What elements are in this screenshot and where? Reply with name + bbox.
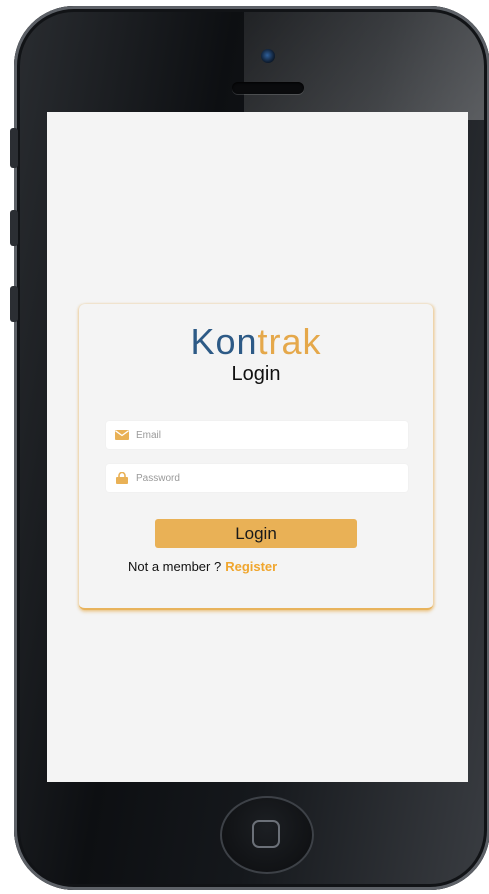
front-camera [261, 49, 275, 63]
home-square-icon [252, 820, 280, 848]
lock-icon [116, 472, 128, 484]
login-title: Login [231, 363, 281, 385]
envelope-icon [115, 430, 129, 440]
password-field[interactable] [106, 464, 408, 492]
register-link[interactable]: Register [225, 559, 277, 574]
mute-switch [10, 128, 18, 168]
password-input[interactable] [136, 464, 396, 492]
home-button[interactable] [220, 796, 314, 874]
not-member-text: Not a member ? [128, 559, 222, 574]
logo-part-trak: trak [257, 321, 322, 362]
logo-part-kon: Kon [190, 321, 258, 362]
volume-up-button [10, 210, 18, 246]
earpiece-speaker [232, 82, 304, 94]
register-prompt: Not a member ? Register [128, 559, 277, 574]
login-button[interactable]: Login [155, 519, 357, 548]
app-logo: Kontrak [79, 322, 433, 362]
email-field[interactable] [106, 421, 408, 449]
phone-glare [244, 12, 484, 120]
app-screen: Kontrak Login Login Not a member ?Regist… [47, 112, 468, 782]
email-input[interactable] [136, 421, 396, 449]
volume-down-button [10, 286, 18, 322]
login-card: Kontrak Login Login Not a member ?Regist… [79, 304, 433, 610]
